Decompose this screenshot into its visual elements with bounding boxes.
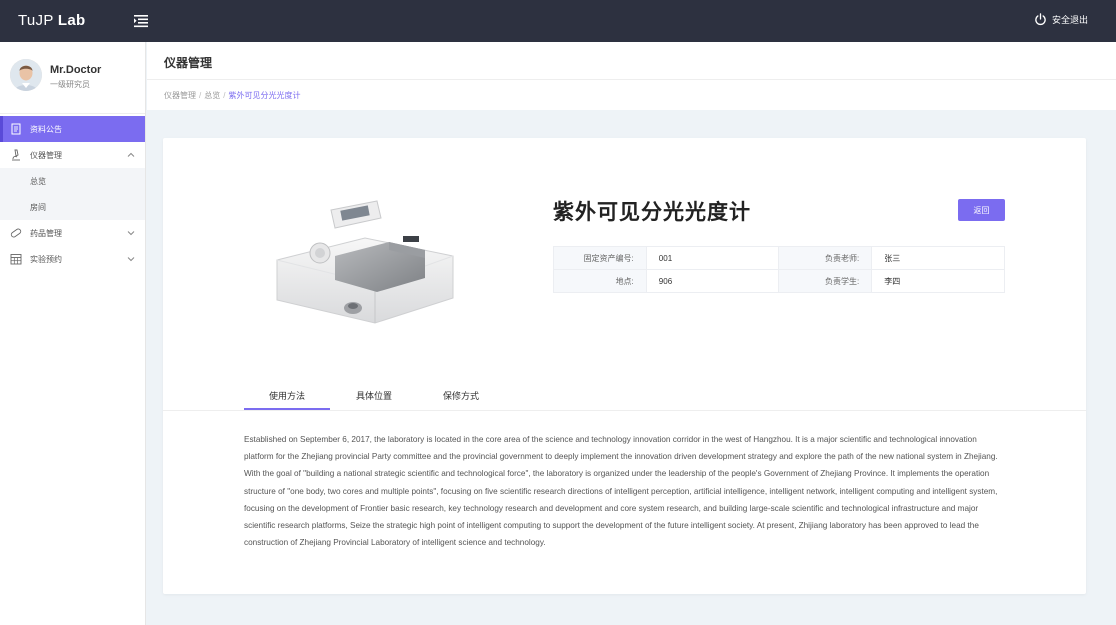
- tab-warranty[interactable]: 保修方式: [443, 389, 479, 402]
- sidebar-submenu-instruments: 总览 房间: [0, 168, 145, 220]
- teacher-label: 负责老师:: [778, 246, 873, 270]
- user-name: Mr.Doctor: [50, 64, 102, 76]
- sidebar-item-overview[interactable]: 总览: [0, 168, 145, 194]
- breadcrumb-item[interactable]: 总览: [204, 91, 220, 100]
- detail-tabs: 使用方法 具体位置 保修方式: [163, 385, 1086, 411]
- sidebar-item-rooms[interactable]: 房间: [0, 194, 145, 220]
- chevron-down-icon: [127, 257, 135, 262]
- avatar[interactable]: [10, 59, 42, 91]
- breadcrumb: 仪器管理 / 总览 / 紫外可见分光光度计: [164, 91, 301, 100]
- teacher-value: 张三: [871, 246, 1005, 270]
- sidebar-item-label: 药品管理: [30, 228, 62, 238]
- sidebar: Mr.Doctor 一级研究员 资料公告 仪器管理 总览 房间 药品管理 实验预…: [0, 42, 146, 625]
- header-divider: [147, 79, 1116, 80]
- location-label: 地点:: [553, 269, 647, 293]
- pill-icon: [10, 228, 22, 238]
- student-label: 负责学生:: [778, 269, 873, 293]
- microscope-icon: [12, 149, 20, 161]
- calendar-icon: [10, 254, 22, 265]
- brand-prefix: TuJP: [18, 12, 54, 29]
- instrument-image: [276, 200, 454, 324]
- instrument-info-table: 固定资产编号: 001 负责老师: 张三 地点: 906 负责学生: 李四: [553, 246, 1005, 293]
- user-role: 一级研究员: [50, 80, 90, 89]
- active-tab-indicator: [244, 408, 330, 410]
- sidebar-item-instruments[interactable]: 仪器管理: [0, 142, 145, 168]
- sidebar-item-label: 仪器管理: [30, 150, 62, 160]
- brand-suffix: Lab: [57, 12, 86, 29]
- sidebar-item-booking[interactable]: 实验预约: [0, 246, 145, 272]
- sidebar-item-label: 总览: [30, 176, 46, 186]
- chevron-up-icon: [127, 152, 135, 157]
- logout-label: 安全退出: [1051, 15, 1088, 25]
- brand-logo[interactable]: TuJP Lab: [18, 12, 85, 29]
- sidebar-item-announcements[interactable]: 资料公告: [0, 116, 145, 142]
- power-icon: [1035, 13, 1046, 26]
- tab-content-text: Established on September 6, 2017, the la…: [244, 435, 998, 548]
- top-bar: TuJP Lab 安全退出: [0, 0, 1116, 42]
- asset-no-value: 001: [645, 246, 780, 270]
- menu-toggle-icon[interactable]: [134, 14, 148, 28]
- sidebar-item-label: 资料公告: [30, 124, 62, 134]
- sidebar-item-drugs[interactable]: 药品管理: [0, 220, 145, 246]
- logout-button[interactable]: 安全退出: [1034, 13, 1088, 26]
- breadcrumb-current: 紫外可见分光光度计: [228, 91, 301, 100]
- table-row: 固定资产编号: 001 负责老师: 张三: [553, 246, 1005, 270]
- user-profile: Mr.Doctor 一级研究员: [0, 42, 145, 114]
- location-value: 906: [645, 269, 780, 293]
- document-icon: [11, 123, 21, 135]
- table-row: 地点: 906 负责学生: 李四: [553, 269, 1005, 293]
- sidebar-item-label: 实验预约: [30, 254, 62, 264]
- student-value: 李四: [871, 269, 1005, 293]
- back-button[interactable]: 返回: [958, 199, 1005, 221]
- page-title: 仪器管理: [164, 56, 213, 70]
- tab-location[interactable]: 具体位置: [356, 389, 392, 402]
- page-header: 仪器管理 仪器管理 / 总览 / 紫外可见分光光度计: [147, 42, 1116, 110]
- tab-usage[interactable]: 使用方法: [269, 389, 305, 402]
- instrument-detail-card: 紫外可见分光光度计 返回 固定资产编号: 001 负责老师: 张三 地点: 90…: [163, 138, 1086, 594]
- instrument-name: 紫外可见分光光度计: [553, 201, 751, 224]
- asset-no-label: 固定资产编号:: [553, 246, 647, 270]
- chevron-down-icon: [127, 231, 135, 236]
- sidebar-nav: 资料公告 仪器管理 总览 房间 药品管理 实验预约: [0, 116, 145, 272]
- breadcrumb-item[interactable]: 仪器管理: [164, 91, 196, 100]
- sidebar-item-label: 房间: [30, 202, 46, 212]
